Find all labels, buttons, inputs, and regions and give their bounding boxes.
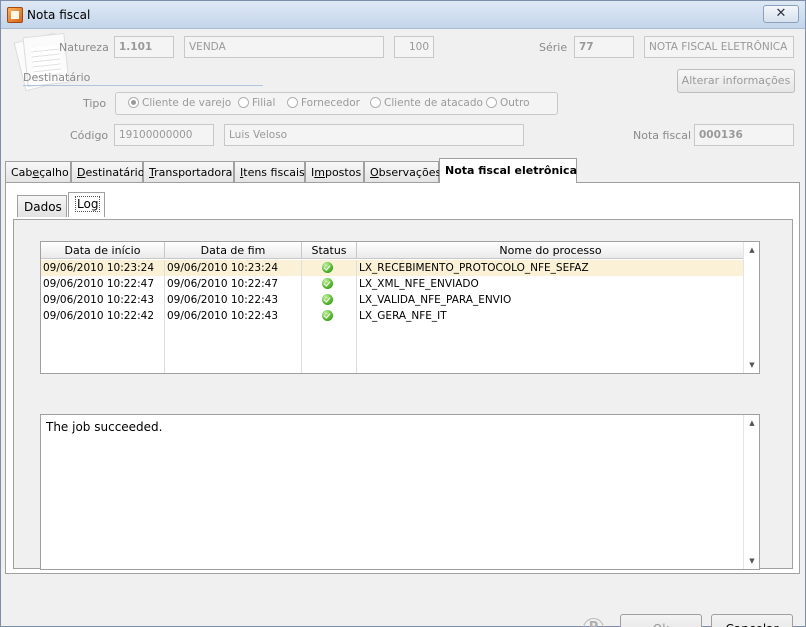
radio-selected-icon — [128, 97, 139, 108]
tipo-label: Tipo — [83, 97, 107, 110]
radio-cliente-atacado[interactable]: Cliente de atacado — [370, 97, 483, 109]
radio-filial[interactable]: Filial — [238, 97, 275, 109]
tab-observacoes[interactable]: Observações — [364, 161, 441, 182]
cliente-nome-field[interactable]: Luis Veloso — [224, 124, 524, 146]
codigo-field[interactable]: 19100000000 — [114, 124, 214, 146]
process-grid[interactable]: Data de início Data de fim Status Nome d… — [40, 241, 760, 374]
status-ok-icon — [322, 310, 333, 321]
cell-processo: LX_GERA_NFE_IT — [359, 310, 447, 322]
tab-destinatario[interactable]: Destinatário — [71, 161, 144, 182]
radio-empty-icon — [238, 97, 249, 108]
app-document-icon — [7, 7, 23, 23]
grid-scrollbar[interactable]: ▲ ▼ — [743, 242, 759, 373]
natureza-label: Natureza — [59, 41, 109, 54]
tab-cabecalho[interactable]: Cabeçalho — [5, 161, 71, 182]
ok-button[interactable]: Ok — [620, 614, 702, 627]
serie-desc-field[interactable]: NOTA FISCAL ELETRÔNICA — [644, 36, 794, 58]
window-content: Natureza 1.101 VENDA 100 Série 77 NOTA F… — [1, 29, 805, 627]
destinatario-label: Destinatário — [23, 71, 91, 84]
tab-itens-fiscais[interactable]: Itens fiscais — [234, 161, 305, 182]
grid-header: Data de início Data de fim Status Nome d… — [41, 242, 744, 259]
serie-label: Série — [539, 41, 568, 54]
radio-fornecedor[interactable]: Fornecedor — [287, 97, 360, 109]
radio-empty-icon — [370, 97, 381, 108]
cell-inicio: 09/06/2010 10:23:24 — [43, 262, 155, 274]
radio-empty-icon — [486, 97, 497, 108]
cell-processo: LX_XML_NFE_ENVIADO — [359, 278, 479, 290]
log-message-box[interactable]: The job succeeded. ▲ ▼ — [40, 414, 760, 570]
radio-cliente-varejo[interactable]: Cliente de varejo — [128, 97, 231, 109]
table-row[interactable]: 09/06/2010 10:23:24 09/06/2010 10:23:24 … — [41, 260, 744, 276]
alterar-informacoes-button[interactable]: Alterar informações — [677, 69, 795, 93]
title-bar[interactable]: Nota fiscal ✕ — [1, 1, 805, 29]
nota-fiscal-field[interactable]: 000136 — [694, 124, 794, 146]
tab-impostos[interactable]: Impostos — [305, 161, 364, 182]
cell-inicio: 09/06/2010 10:22:43 — [43, 294, 155, 306]
table-row[interactable]: 09/06/2010 10:22:43 09/06/2010 10:22:43 … — [41, 292, 744, 308]
radio-empty-icon — [287, 97, 298, 108]
tab-transportadora[interactable]: Transportadora — [143, 161, 234, 182]
scroll-up-icon[interactable]: ▲ — [744, 242, 759, 258]
cell-fim: 09/06/2010 10:23:24 — [167, 262, 279, 274]
status-ok-icon — [322, 278, 333, 289]
table-row[interactable]: 09/06/2010 10:22:42 09/06/2010 10:22:43 … — [41, 308, 744, 324]
cell-fim: 09/06/2010 10:22:43 — [167, 310, 279, 322]
destinatario-divider — [23, 85, 263, 86]
cell-processo: LX_RECEBIMENTO_PROTOCOLO_NFE_SEFAZ — [359, 262, 589, 274]
natureza-num-field[interactable]: 100 — [394, 36, 434, 58]
status-ok-icon — [322, 262, 333, 273]
nota-fiscal-window: Nota fiscal ✕ Natureza 1.101 VENDA 100 S… — [0, 0, 806, 627]
subtab-dados[interactable]: Dados — [17, 195, 67, 217]
parking-p-icon: P — [583, 618, 604, 627]
cell-fim: 09/06/2010 10:22:47 — [167, 278, 279, 290]
cell-inicio: 09/06/2010 10:22:47 — [43, 278, 155, 290]
column-divider — [164, 260, 165, 373]
col-header-fim[interactable]: Data de fim — [165, 242, 302, 259]
grid-body: 09/06/2010 10:23:24 09/06/2010 10:23:24 … — [41, 260, 744, 373]
cell-inicio: 09/06/2010 10:22:42 — [43, 310, 155, 322]
cancelar-button[interactable]: Cancelar — [711, 614, 793, 627]
close-button[interactable]: ✕ — [763, 5, 799, 23]
column-divider — [301, 260, 302, 373]
status-ok-icon — [322, 294, 333, 305]
col-header-processo[interactable]: Nome do processo — [357, 242, 744, 259]
natureza-desc-field[interactable]: VENDA — [184, 36, 384, 58]
serie-field[interactable]: 77 — [574, 36, 634, 58]
col-header-status[interactable]: Status — [302, 242, 357, 259]
tab-nota-fiscal-eletronica[interactable]: Nota fiscal eletrônica — [439, 158, 577, 183]
codigo-label: Código — [70, 129, 109, 142]
scroll-down-icon[interactable]: ▼ — [744, 553, 760, 569]
col-header-inicio[interactable]: Data de início — [41, 242, 165, 259]
nota-fiscal-label: Nota fiscal — [633, 129, 692, 142]
log-message: The job succeeded. — [46, 420, 163, 434]
cell-processo: LX_VALIDA_NFE_PARA_ENVIO — [359, 294, 512, 306]
radio-outro[interactable]: Outro — [486, 97, 530, 109]
column-divider — [356, 260, 357, 373]
natureza-code-field[interactable]: 1.101 — [114, 36, 174, 58]
subtab-log[interactable]: Log — [68, 192, 105, 217]
window-title: Nota fiscal — [27, 8, 91, 22]
scroll-down-icon[interactable]: ▼ — [744, 357, 759, 373]
tipo-radio-group: Cliente de varejo Filial Fornecedor Clie… — [115, 92, 558, 115]
cell-fim: 09/06/2010 10:22:43 — [167, 294, 279, 306]
scroll-up-icon[interactable]: ▲ — [744, 415, 760, 431]
table-row[interactable]: 09/06/2010 10:22:47 09/06/2010 10:22:47 … — [41, 276, 744, 292]
log-scrollbar[interactable]: ▲ ▼ — [743, 415, 759, 569]
